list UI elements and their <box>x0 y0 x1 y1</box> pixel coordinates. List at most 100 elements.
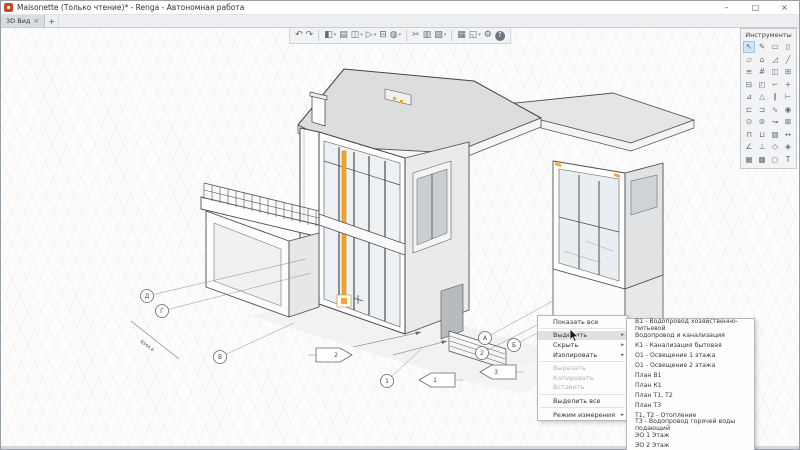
dropdown-caret-icon[interactable]: ▾ <box>374 33 377 38</box>
dropdown-caret-icon[interactable]: ▾ <box>399 33 402 38</box>
angular-dimension-tool-icon[interactable]: ∠ <box>743 141 755 153</box>
quick-access-toolbar: ↶↷ ◧▾▤◫▾▷▾⊟◍▾ ✂▥▧▾ ▦◱▾⚙? <box>289 28 511 44</box>
menu-item-выделить-все[interactable]: Выделить все <box>538 396 627 406</box>
minimize-button[interactable]: – <box>712 1 741 14</box>
undo-icon[interactable]: ↶ <box>295 31 303 40</box>
dimension-tool-icon[interactable]: ↔ <box>782 129 794 141</box>
help-icon[interactable]: ? <box>495 31 505 41</box>
railing-tool-icon[interactable]: # <box>756 66 768 78</box>
submenu-item[interactable]: О1 - Освещение 1 этажа <box>627 350 754 360</box>
submenu-item-label: Водопровод и канализация <box>635 332 725 339</box>
export-icon[interactable]: ▷▾ <box>366 31 376 40</box>
print-icon[interactable]: ⊟ <box>379 31 387 40</box>
shaft-tool-icon[interactable]: ⊠ <box>782 116 794 128</box>
room-tool-icon[interactable]: ◰ <box>756 79 768 91</box>
save-icon[interactable]: ◫▾ <box>351 31 363 40</box>
dropdown-caret-icon[interactable]: ▾ <box>360 33 363 38</box>
menu-item-показать-все[interactable]: Показать все <box>538 317 627 327</box>
dropdown-caret-icon[interactable]: ▾ <box>444 33 447 38</box>
roof-tool-icon[interactable]: ⌂ <box>756 54 768 66</box>
level-tool-icon[interactable]: ⌐ <box>769 79 781 91</box>
image-tool-icon[interactable]: ◻ <box>769 154 781 166</box>
electric-line-tool-icon[interactable]: ∿ <box>769 104 781 116</box>
windows-layout-icon[interactable]: ◱▾ <box>469 31 481 40</box>
submenu-arrow-icon: ▸ <box>621 412 624 418</box>
add-tab-button[interactable]: + <box>45 15 59 27</box>
window-tool-icon[interactable]: ⊞ <box>782 66 794 78</box>
ramp-tool-icon[interactable]: ◿ <box>769 54 781 66</box>
submenu-arrow-icon: ▸ <box>621 352 624 358</box>
submenu-item[interactable]: План Т3 <box>627 400 754 410</box>
submenu-item[interactable]: Т3 - Водопровод горячей воды подающий <box>627 420 754 430</box>
section-tool-icon[interactable]: ⊿ <box>743 91 755 103</box>
submenu-item[interactable]: К1 - Канализация бытовая <box>627 340 754 350</box>
drawing-tool-icon[interactable]: ▩ <box>756 154 768 166</box>
submenu-item-label: ЭО 1 Этаж <box>635 432 669 439</box>
elevation-mark-tool-icon[interactable]: ⊥ <box>756 141 768 153</box>
open-project-icon[interactable]: ▤ <box>339 31 348 40</box>
tab-3d-view[interactable]: 3D Вид × <box>1 15 45 27</box>
pipe-fitting-tool-icon[interactable]: ⊢ <box>782 91 794 103</box>
visual-style-icon[interactable]: ◧▾ <box>324 31 336 40</box>
menu-item-вырезать[interactable]: Вырезать <box>538 363 627 373</box>
plumbing-fixture-tool-icon[interactable]: ⊚ <box>756 116 768 128</box>
assembly-tool-icon[interactable]: ⊔ <box>756 129 768 141</box>
redo-icon[interactable]: ↷ <box>306 31 314 40</box>
text-tool-icon[interactable]: T <box>782 154 794 166</box>
submenu-item[interactable]: О1 - Освещение 2 этажа <box>627 360 754 370</box>
tab-close-icon[interactable]: × <box>33 17 39 25</box>
menu-item-выделить[interactable]: Выделить▸ <box>538 331 627 341</box>
submenu-item[interactable]: В1 - Водопровод хозяйственно-питьевой <box>627 320 754 330</box>
toolbar-separator <box>406 30 407 41</box>
route-tool-icon[interactable]: ↝ <box>769 116 781 128</box>
submenu-item[interactable]: Водопровод и канализация <box>627 330 754 340</box>
menu-item-копировать[interactable]: Копировать <box>538 373 627 383</box>
specification-icon[interactable]: ▦ <box>457 31 466 40</box>
stairs-tool-icon[interactable]: ≡ <box>743 66 755 78</box>
submenu-item[interactable]: План В1 <box>627 370 754 380</box>
hatch-tool-icon[interactable]: ▨ <box>769 129 781 141</box>
foundation-tool-icon[interactable]: ⊓ <box>743 129 755 141</box>
menu-item-режим-измерения[interactable]: Режим измерения▸ <box>538 410 627 420</box>
collaboration-icon[interactable]: ◍▾ <box>390 31 401 40</box>
category-tool-icon[interactable]: ◈ <box>782 141 794 153</box>
select-tool-icon[interactable]: ↖ <box>743 41 755 53</box>
pipe-tool-icon[interactable]: ∥ <box>769 91 781 103</box>
submenu-item[interactable]: ЭО 1 Этаж <box>627 430 754 440</box>
dropdown-caret-icon[interactable]: ▾ <box>334 33 337 38</box>
mark-tool-icon[interactable]: ◇ <box>769 141 781 153</box>
floor-tool-icon[interactable]: ▱ <box>743 54 755 66</box>
submenu-item[interactable]: План К1 <box>627 380 754 390</box>
settings-wrench-icon[interactable]: ⚙ <box>484 31 492 40</box>
menu-item-скрыть[interactable]: Скрыть▸ <box>538 340 627 350</box>
copy-icon[interactable]: ▥ <box>423 31 432 40</box>
paste-icon[interactable]: ▧▾ <box>434 31 446 40</box>
close-button[interactable]: × <box>770 1 799 14</box>
lighting-tool-icon[interactable]: ◉ <box>782 104 794 116</box>
duct-tool-icon[interactable]: ⊏ <box>743 104 755 116</box>
opening-tool-icon[interactable]: ⊟ <box>743 79 755 91</box>
submenu-item[interactable]: ЭО 2 Этаж <box>627 440 754 450</box>
beam-tool-icon[interactable]: ╱ <box>782 54 794 66</box>
door-tool-icon[interactable]: ◫ <box>769 66 781 78</box>
elevation-tool-icon[interactable]: △ <box>756 91 768 103</box>
menu-item-вставить[interactable]: Вставить <box>538 383 627 393</box>
menu-item-изолировать[interactable]: Изолировать▸ <box>538 350 627 360</box>
submenu-item-label: План Т1, Т2 <box>635 392 673 399</box>
column-tool-icon[interactable]: ▯ <box>782 41 794 53</box>
submenu-item[interactable]: План Т1, Т2 <box>627 390 754 400</box>
equipment-tool-icon[interactable]: ⊙ <box>743 116 755 128</box>
axis-tool-icon[interactable]: + <box>782 79 794 91</box>
cut-icon[interactable]: ✂ <box>412 31 420 40</box>
measure-tool-icon[interactable]: ✎ <box>756 41 768 53</box>
duct-fitting-tool-icon[interactable]: ⊐ <box>756 104 768 116</box>
menu-separator <box>540 394 625 395</box>
wall-tool-icon[interactable]: ▭ <box>769 41 781 53</box>
menu-item-label: Вырезать <box>553 364 586 372</box>
maximize-button[interactable]: □ <box>741 1 770 14</box>
menu-item-label: Показать все <box>553 318 598 326</box>
select-submenu: В1 - Водопровод хозяйственно-питьевой Вод… <box>626 318 755 450</box>
table-tool-icon[interactable]: ▦ <box>743 154 755 166</box>
dropdown-caret-icon[interactable]: ▾ <box>478 33 481 38</box>
svg-text:Д: Д <box>145 293 150 300</box>
